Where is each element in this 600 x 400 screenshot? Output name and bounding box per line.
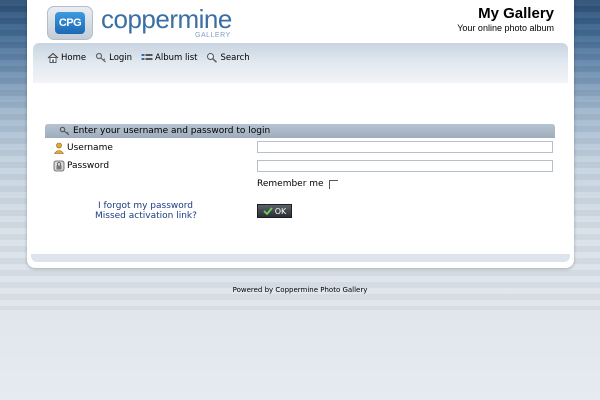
main-container: CPG coppermine GALLERY My Gallery Your o… xyxy=(27,0,574,268)
ok-button[interactable]: OK xyxy=(257,204,292,218)
nav-item-label: Home xyxy=(61,52,87,63)
nav-item-label: Login xyxy=(109,52,133,63)
search-icon xyxy=(207,53,218,63)
footer-text: Powered by Coppermine Photo Gallery xyxy=(232,286,368,294)
nav-item-album-list[interactable]: Album list xyxy=(141,52,197,63)
nav-item-login[interactable]: Login xyxy=(95,52,132,63)
password-label: Password xyxy=(67,161,110,171)
login-header: Enter your username and password to logi… xyxy=(45,124,555,138)
key-icon xyxy=(59,126,70,136)
forgot-password-link[interactable]: I forgot my password xyxy=(98,201,193,211)
home-icon xyxy=(47,52,59,63)
password-input[interactable] xyxy=(257,160,553,172)
user-icon xyxy=(53,142,65,154)
nav-item-label: Search xyxy=(220,52,250,63)
username-label: Username xyxy=(67,143,113,153)
site-title: My Gallery xyxy=(478,5,554,22)
remember-me-checkbox[interactable] xyxy=(328,179,338,189)
ok-button-label: OK xyxy=(274,206,287,216)
nav-item-home[interactable]: Home xyxy=(47,52,86,63)
brand-name: coppermine xyxy=(101,4,232,34)
password-icon xyxy=(53,160,65,172)
missed-activation-link[interactable]: Missed activation link? xyxy=(95,211,197,221)
cpg-logo[interactable]: CPG xyxy=(47,6,93,40)
nav-bar: Home Login Album list Search xyxy=(33,43,568,83)
key-icon xyxy=(96,52,107,63)
remember-me-label: Remember me xyxy=(257,179,324,189)
nav-item-label: Album list xyxy=(155,52,198,63)
site-description: Your online photo album xyxy=(457,23,554,33)
album-list-icon xyxy=(141,54,153,60)
password-label-row: Password xyxy=(53,160,109,172)
nav-item-search[interactable]: Search xyxy=(206,52,250,63)
username-input[interactable] xyxy=(257,141,553,153)
username-label-row: Username xyxy=(53,142,113,154)
login-title: Enter your username and password to logi… xyxy=(73,126,271,136)
main-nav: Home Login Album list Search xyxy=(47,52,250,63)
checkmark-icon xyxy=(263,207,273,215)
remember-me-row: Remember me xyxy=(257,179,338,189)
brand-subtitle: GALLERY xyxy=(195,32,231,39)
logo-text: CPG xyxy=(55,12,85,34)
